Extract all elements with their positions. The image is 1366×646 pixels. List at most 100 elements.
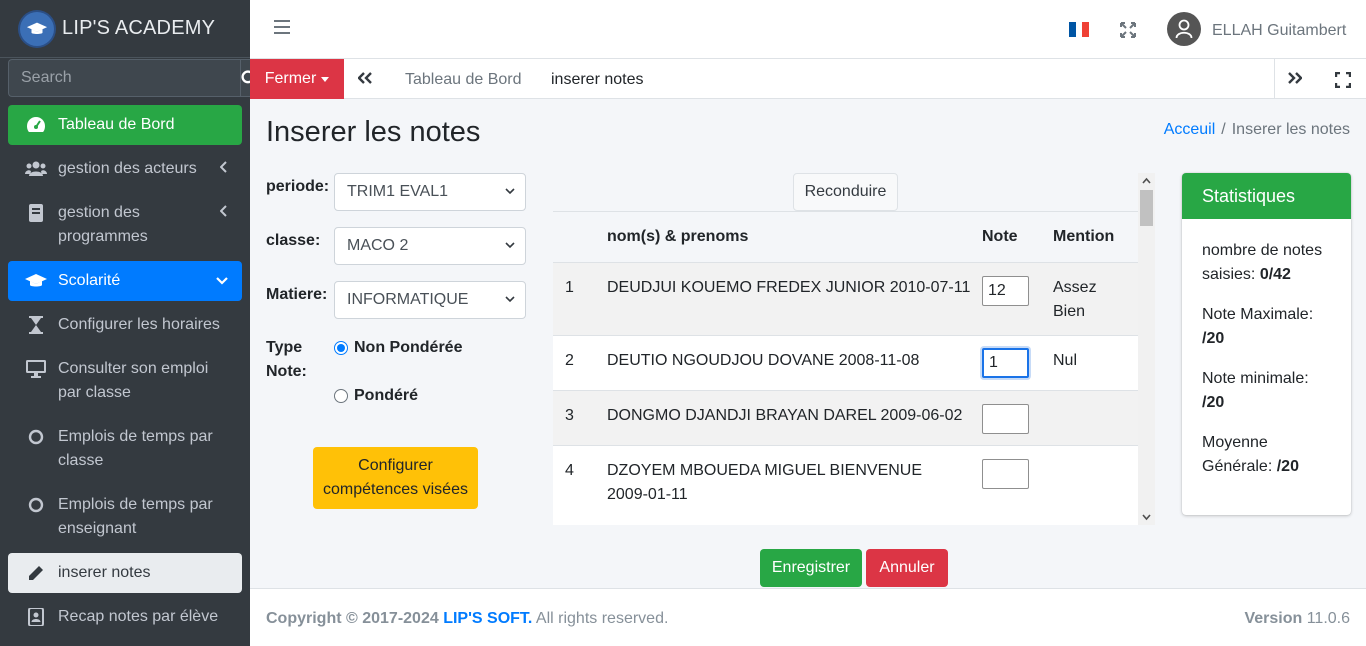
tabbar-divider xyxy=(1274,59,1275,99)
tabs-scroll-left-icon[interactable] xyxy=(357,71,372,89)
matiere-value: INFORMATIQUE xyxy=(347,291,469,308)
stat-min: Note minimale: /20 xyxy=(1202,367,1331,415)
tab-insert-notes[interactable]: inserer notes xyxy=(551,71,644,89)
classe-value: MACO 2 xyxy=(347,237,409,254)
sidebar-item-actors[interactable]: gestion des acteurs xyxy=(8,149,242,189)
header-name: nom(s) & prenoms xyxy=(607,228,749,245)
sidebar: LIP'S ACADEMY Tableau de Bord gestion de… xyxy=(0,0,259,646)
user-name[interactable]: ELLAH Guitambert xyxy=(1212,22,1346,40)
page-title: Inserer les notes xyxy=(266,116,481,148)
fullscreen-icon[interactable] xyxy=(1335,72,1351,88)
row-student-name-line2: 2009-01-11 xyxy=(607,486,688,503)
rights-text: All rights reserved. xyxy=(535,610,669,627)
chevron-down-icon xyxy=(505,188,515,195)
circle-icon xyxy=(24,425,48,449)
top-navbar: ELLAH Guitambert xyxy=(250,0,1366,59)
radio-non-ponderee[interactable]: Non Pondérée xyxy=(334,339,462,357)
users-icon xyxy=(24,157,48,181)
pencil-icon xyxy=(24,561,48,585)
sidebar-search xyxy=(8,59,259,97)
close-tabs-dropdown[interactable]: Fermer xyxy=(250,59,344,99)
scroll-down-icon[interactable] xyxy=(1142,512,1151,521)
expand-arrows-icon[interactable] xyxy=(1120,22,1136,38)
tabs-scroll-right-icon[interactable] xyxy=(1288,71,1303,89)
radio-pondere[interactable]: Pondéré xyxy=(334,387,418,405)
radio-label: Pondéré xyxy=(354,387,419,404)
periode-select[interactable]: TRIM1 EVAL1 xyxy=(334,173,526,211)
classe-select[interactable]: MACO 2 xyxy=(334,227,526,265)
row-number: 1 xyxy=(565,279,574,296)
sidebar-item-class-timetable[interactable]: Consulter son emploi par classe xyxy=(8,349,242,413)
note-input[interactable] xyxy=(982,404,1029,434)
sidebar-item-label: Scolarité xyxy=(58,272,121,289)
note-input[interactable] xyxy=(982,459,1029,489)
sidebar-item-insert-notes[interactable]: inserer notes xyxy=(8,553,242,593)
stat-avg-label: Moyenne xyxy=(1202,434,1268,451)
brand-link[interactable]: LIP'S ACADEMY xyxy=(0,0,250,58)
statistics-title: Statistiques xyxy=(1182,173,1351,219)
version-label: Version xyxy=(1244,610,1303,627)
statistics-card: Statistiques nombre de notes saisies: 0/… xyxy=(1182,173,1351,515)
sidebar-item-schedule-config[interactable]: Configurer les horaires xyxy=(8,305,242,345)
row-number: 3 xyxy=(565,407,574,424)
breadcrumb-current: Inserer les notes xyxy=(1231,121,1350,138)
cancel-button[interactable]: Annuler xyxy=(866,549,948,587)
table-scrollbar[interactable] xyxy=(1138,173,1155,525)
stat-count-label-2: saisies: xyxy=(1202,266,1256,283)
note-input[interactable]: 12 xyxy=(982,276,1029,306)
stat-count: nombre de notes saisies: 0/42 xyxy=(1202,239,1331,287)
sidebar-item-timetable-teacher[interactable]: Emplois de temps par enseignant xyxy=(8,485,242,549)
stat-min-value: /20 xyxy=(1202,394,1225,411)
hamburger-menu-icon[interactable] xyxy=(274,20,290,34)
reconduire-button[interactable]: Reconduire xyxy=(793,173,898,211)
desktop-icon xyxy=(24,357,48,381)
sidebar-item-label: gestion des acteurs xyxy=(58,160,197,177)
note-input[interactable]: 1 xyxy=(982,348,1029,378)
version-value: 11.0.6 xyxy=(1306,610,1350,627)
sidebar-item-programs[interactable]: gestion des programmes xyxy=(8,193,242,257)
chevron-down-icon xyxy=(505,296,515,303)
header-note: Note xyxy=(982,228,1018,245)
sidebar-search-input[interactable] xyxy=(8,59,240,97)
table-row: 4 DZOYEM MBOUEDA MIGUEL BIENVENUE 2009-0… xyxy=(553,445,1138,525)
sidebar-item-label: Tableau de Bord xyxy=(58,116,175,133)
brand-logo-icon xyxy=(20,11,54,46)
matiere-label: Matiere: xyxy=(266,286,328,303)
french-flag-icon[interactable] xyxy=(1069,22,1090,37)
dashboard-icon xyxy=(24,113,48,137)
radio-checked-icon xyxy=(334,341,348,355)
radio-label: Non Pondérée xyxy=(354,339,463,356)
chevron-left-icon xyxy=(219,157,228,181)
stat-average: Moyenne Générale: /20 xyxy=(1202,431,1331,479)
brand-name: LIP'S ACADEMY xyxy=(62,17,216,39)
sidebar-item-timetable-class[interactable]: Emplois de temps par classe xyxy=(8,417,242,481)
sidebar-item-scolarite[interactable]: Scolarité xyxy=(8,261,242,301)
save-button[interactable]: Enregistrer xyxy=(760,549,862,587)
header-mention: Mention xyxy=(1053,228,1115,245)
row-mention-line2: Bien xyxy=(1053,303,1086,320)
table-row: 3 DONGMO DJANDJI BRAYAN DAREL 2009-06-02 xyxy=(553,390,1138,445)
breadcrumb-home-link[interactable]: Acceuil xyxy=(1164,121,1216,138)
company-link[interactable]: LIP'S SOFT. xyxy=(443,610,532,627)
user-icon xyxy=(1175,19,1193,39)
notes-table: nom(s) & prenoms Note Mention 1 DEUDJUI … xyxy=(553,211,1138,525)
row-student-name: DZOYEM MBOUEDA MIGUEL BIENVENUE xyxy=(607,462,923,479)
stat-count-label: nombre de notes xyxy=(1202,242,1323,259)
id-card-icon xyxy=(24,605,48,629)
stat-avg-label-2: Générale: xyxy=(1202,458,1273,475)
type-note-label-line2: Note: xyxy=(266,363,307,380)
classe-label: classe: xyxy=(266,232,321,249)
table-row: 2 DEUTIO NGOUDJOU DOVANE 2008-11-08 1 Nu… xyxy=(553,335,1138,390)
scrollbar-thumb[interactable] xyxy=(1140,190,1153,226)
notes-table-panel[interactable]: Reconduire nom(s) & prenoms Note Mention… xyxy=(553,173,1155,525)
configure-competences-button[interactable]: Configurer compétences visées xyxy=(313,447,478,509)
table-row: 1 DEUDJUI KOUEMO FREDEX JUNIOR 2010-07-1… xyxy=(553,262,1138,335)
sidebar-item-recap-notes[interactable]: Recap notes par élève xyxy=(8,597,242,637)
tab-dashboard[interactable]: Tableau de Bord xyxy=(405,71,522,89)
sidebar-item-dashboard[interactable]: Tableau de Bord xyxy=(8,105,242,145)
matiere-select[interactable]: INFORMATIQUE xyxy=(334,281,526,319)
sidebar-item-label: Emplois de temps par classe xyxy=(58,428,213,469)
scroll-up-icon[interactable] xyxy=(1142,177,1151,186)
user-avatar[interactable] xyxy=(1167,12,1201,46)
sidebar-item-label: inserer notes xyxy=(58,564,151,581)
